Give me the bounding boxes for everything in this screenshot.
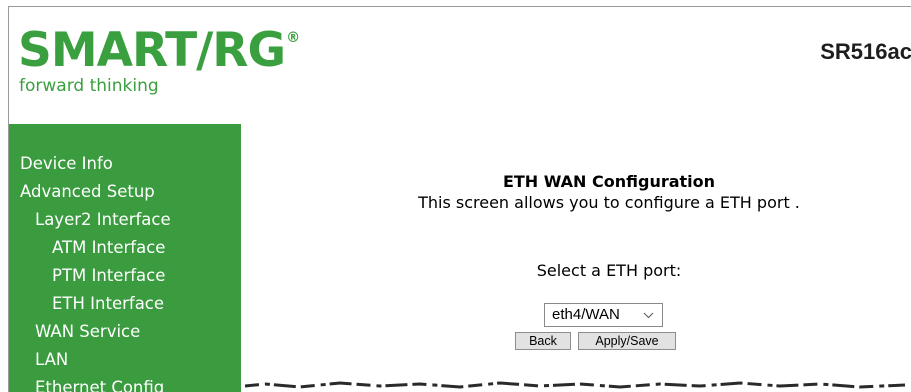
port-select-label: Select a ETH port: [536,261,682,280]
logo-brand: SMART/RG® [18,23,300,78]
main-content: ETH WAN Configuration This screen allows… [241,124,911,392]
page-title: ETH WAN Configuration [502,172,716,191]
back-button[interactable]: Back [515,332,571,350]
chevron-down-icon [643,304,654,334]
sidebar-item-layer2-interface[interactable]: Layer2 Interface [35,206,171,234]
scan-artifact [244,381,906,389]
sidebar-item-wan-service[interactable]: WAN Service [35,318,140,346]
sidebar-item-ptm-interface[interactable]: PTM Interface [52,262,165,290]
sidebar-item-advanced-setup[interactable]: Advanced Setup [20,178,155,206]
logo-tagline: forward thinking [19,76,159,96]
selected-port-value: eth4/WAN [552,306,620,323]
sidebar-item-atm-interface[interactable]: ATM Interface [52,234,165,262]
apply-save-button[interactable]: Apply/Save [578,332,676,350]
sidebar-item-eth-interface[interactable]: ETH Interface [52,290,164,318]
registered-mark: ® [286,30,300,46]
eth-port-select[interactable]: eth4/WAN [544,303,663,327]
page-description: This screen allows you to configure a ET… [418,193,800,212]
smartrg-logo: SMART/RG® forward thinking [18,11,300,97]
sidebar-item-device-info[interactable]: Device Info [20,150,113,178]
sidebar-item-lan[interactable]: LAN [35,346,68,374]
sidebar-nav: Device Info Advanced Setup Layer2 Interf… [9,124,241,392]
router-admin-window: SMART/RG® forward thinking SR516ac Devic… [8,6,911,392]
device-model: SR516ac [820,39,911,64]
